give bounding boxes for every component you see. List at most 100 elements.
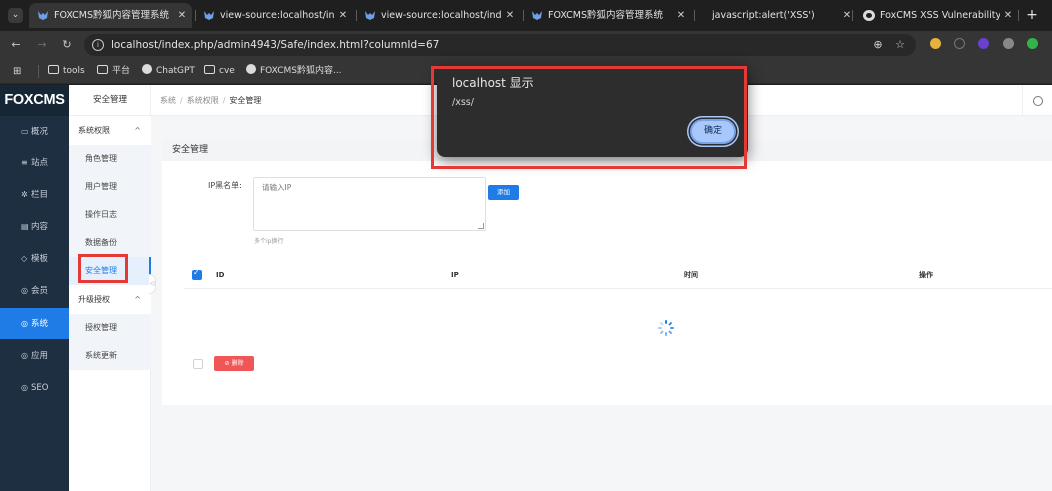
sidebar-item-label: 站点 <box>31 158 49 168</box>
site-info-icon[interactable]: i <box>92 39 104 51</box>
bookmark-item[interactable]: cve <box>204 59 235 83</box>
tab-title: FoxCMS XSS Vulnerability <box>880 10 1000 21</box>
subnav-item-update[interactable]: 系统更新 <box>69 342 151 370</box>
loading-spinner-icon <box>658 320 674 336</box>
folder-icon <box>48 65 59 74</box>
breadcrumb-item[interactable]: 系统 <box>160 96 176 105</box>
tab-search-button[interactable]: ⌄ <box>8 8 23 23</box>
subnav-item-security[interactable]: 安全管理 <box>69 257 151 285</box>
subnav-item-roles[interactable]: 角色管理 <box>69 145 151 173</box>
back-button[interactable]: ← <box>8 37 24 53</box>
bookmark-label: tools <box>63 66 85 76</box>
sidebar-item-apps[interactable]: ◎ 应用 <box>0 340 69 371</box>
subnav-group-permissions[interactable]: 系统权限 ^ <box>69 117 151 145</box>
column-header-ip[interactable]: IP <box>451 262 459 289</box>
tab-close-icon[interactable]: ✕ <box>1002 3 1014 28</box>
tab-close-icon[interactable]: ✕ <box>675 3 687 28</box>
browser-tab[interactable]: view-source:localhost/index.p ✕ <box>195 3 353 28</box>
address-bar[interactable]: i localhost/index.php/admin4943/Safe/ind… <box>84 34 916 56</box>
select-all-checkbox[interactable] <box>192 268 202 280</box>
bookmark-star-icon[interactable]: ☆ <box>892 37 908 53</box>
tab-close-icon[interactable]: ✕ <box>176 3 188 28</box>
sidebar-item-label: 应用 <box>31 351 49 361</box>
subnav-group-upgrade[interactable]: 升级授权 ^ <box>69 286 151 314</box>
app-logo[interactable]: FOXCMS <box>0 85 69 116</box>
ip-blacklist-input[interactable] <box>253 177 486 231</box>
sidebar-item-content[interactable]: ▤ 内容 <box>0 211 69 242</box>
extension-icon[interactable] <box>1027 38 1038 49</box>
sidebar-item-member[interactable]: ◎ 会员 <box>0 275 69 306</box>
column-header-time[interactable]: 时间 <box>684 262 698 289</box>
subnav-group-label: 升级授权 <box>78 295 110 304</box>
tab-close-icon[interactable]: ✕ <box>504 3 516 28</box>
bookmark-item[interactable]: 平台 <box>97 59 130 83</box>
reload-button[interactable]: ↻ <box>59 37 75 53</box>
subnav-item-backup[interactable]: 数据备份 <box>69 229 151 257</box>
user-icon: ◎ <box>21 286 28 295</box>
ip-blacklist-label: IP黑名单: <box>208 181 242 190</box>
sidebar-item-seo[interactable]: ◎ SEO <box>0 372 69 403</box>
sidebar-item-overview[interactable]: ▭ 概况 <box>0 116 69 147</box>
extension-icon[interactable] <box>1003 38 1014 49</box>
seo-icon: ◎ <box>21 383 28 392</box>
bookmark-item[interactable]: tools <box>48 59 85 83</box>
bookmark-label: ChatGPT <box>156 66 195 76</box>
globe-icon <box>863 10 875 21</box>
forward-button[interactable]: → <box>34 37 50 53</box>
app-icon: ◎ <box>21 351 28 360</box>
breadcrumb-item[interactable]: 系统权限 <box>187 96 219 105</box>
sidebar-item-label: 模板 <box>31 254 49 264</box>
tab-close-icon[interactable]: ✕ <box>337 3 349 28</box>
user-avatar-icon[interactable] <box>1033 96 1043 106</box>
textarea-resize-handle[interactable] <box>478 223 484 229</box>
url-text[interactable]: localhost/index.php/admin4943/Safe/index… <box>111 34 439 56</box>
sidebar-item-label: 系统 <box>31 319 49 329</box>
subnav-item-users[interactable]: 用户管理 <box>69 173 151 201</box>
user-menu[interactable] <box>1022 85 1052 116</box>
column-header-id[interactable]: ID <box>216 262 224 289</box>
sidebar-item-label: SEO <box>31 383 49 393</box>
subnav-item-logs[interactable]: 操作日志 <box>69 201 151 229</box>
security-panel: 安全管理 IP黑名单: 多个ip换行 添加 ID IP 时间 操作 ⊘ 删除 <box>162 139 1052 405</box>
add-ip-button[interactable]: 添加 <box>488 185 519 200</box>
apps-grid-icon[interactable]: ⊞ <box>13 66 24 77</box>
browser-tabstrip: ⌄ FOXCMS黔狐内容管理系统 ✕ view-source:localhost… <box>0 0 1052 31</box>
extension-icon[interactable] <box>978 38 989 49</box>
extension-icon[interactable] <box>930 38 941 49</box>
alert-ok-button[interactable]: 确定 <box>690 119 736 144</box>
browser-tab[interactable]: javascript:alert('XSS') ✕ <box>694 3 857 28</box>
folder-icon <box>204 65 215 74</box>
sidebar-item-template[interactable]: ◇ 模板 <box>0 243 69 274</box>
tab-title: javascript:alert('XSS') <box>712 10 815 21</box>
tab-title: FOXCMS黔狐内容管理系统 <box>548 10 664 21</box>
sidebar-item-label: 概况 <box>31 127 49 137</box>
sidebar-item-site[interactable]: ≡ 站点 <box>0 147 69 178</box>
zoom-icon[interactable]: ⊕ <box>870 37 886 53</box>
tab-title: view-source:localhost/index.p <box>381 10 502 21</box>
tab-separator <box>852 10 853 21</box>
breadcrumb: 系统 / 系统权限 / 安全管理 <box>160 96 262 105</box>
collapse-sidebar-button[interactable]: ◁ <box>149 274 156 294</box>
bookmark-item[interactable]: ChatGPT <box>142 59 195 83</box>
bookmarks-divider <box>38 65 39 78</box>
browser-tab[interactable]: FOXCMS黔狐内容管理系统 ✕ <box>29 3 192 28</box>
delete-button[interactable]: ⊘ 删除 <box>214 356 254 371</box>
browser-tab[interactable]: FOXCMS黔狐内容管理系统 ✕ <box>523 3 691 28</box>
sidebar-item-system[interactable]: ◎ 系统 <box>0 308 69 339</box>
fox-icon <box>38 11 48 20</box>
browser-tab[interactable]: FoxCMS XSS Vulnerability ✕ <box>855 3 1018 28</box>
globe-icon <box>246 64 256 74</box>
extension-icon[interactable] <box>954 38 965 49</box>
bookmark-label: cve <box>219 66 235 76</box>
sidebar-item-label: 栏目 <box>31 190 49 200</box>
chevron-up-icon: ^ <box>134 126 141 135</box>
sidebar-item-column[interactable]: ✲ 栏目 <box>0 179 69 210</box>
new-tab-button[interactable]: + <box>1023 6 1041 24</box>
subnav-item-license[interactable]: 授权管理 <box>69 314 151 342</box>
tab-title: view-source:localhost/index.p <box>220 10 335 21</box>
browser-tab[interactable]: view-source:localhost/index.p ✕ <box>356 3 520 28</box>
row-checkbox[interactable] <box>193 359 203 369</box>
bookmark-item[interactable]: FOXCMS黔狐内容... <box>246 59 342 83</box>
column-header-actions[interactable]: 操作 <box>919 262 933 289</box>
bookmark-label: 平台 <box>112 66 131 76</box>
